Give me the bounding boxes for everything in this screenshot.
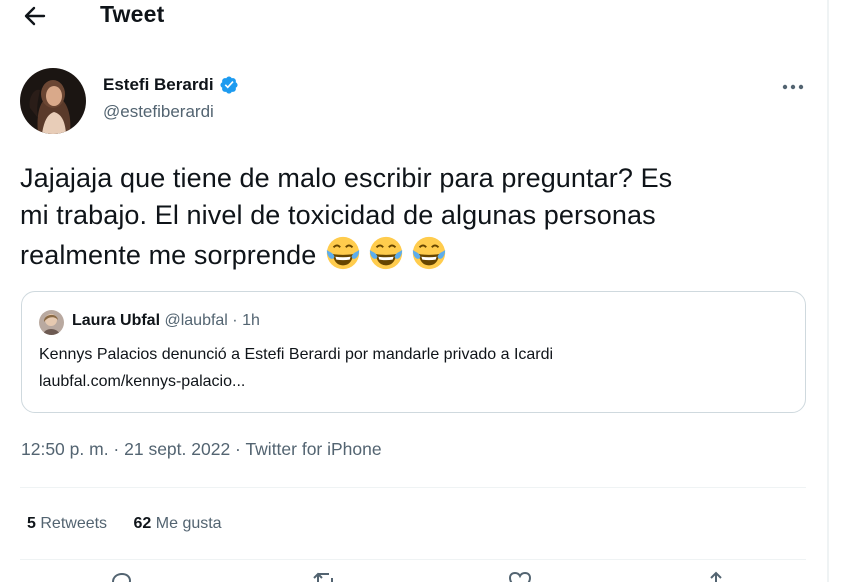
retweet-icon: [313, 572, 333, 582]
quoted-tweet-text: Kennys Palacios denunció a Estefi Berard…: [39, 346, 554, 363]
retweets-label: Retweets: [40, 515, 108, 532]
likes-label: Me gusta: [155, 515, 222, 532]
quoted-author-name: Laura Ubfal: [72, 312, 161, 329]
reply-icon: [111, 572, 132, 582]
back-arrow-icon: [24, 6, 46, 26]
more-options-button[interactable]: [776, 76, 810, 98]
divider: [20, 487, 806, 488]
tears-of-joy-emoji-icon: [326, 236, 360, 270]
back-button[interactable]: [18, 2, 52, 30]
quoted-tweet-header: Laura Ubfal @laubfal · 1h: [72, 312, 260, 330]
quoted-tweet-link[interactable]: laubfal.com/kennys-palacio...: [39, 373, 245, 391]
author-handle[interactable]: @estefiberardi: [103, 102, 214, 122]
quoted-author-handle: @laubfal: [164, 312, 228, 329]
author-avatar[interactable]: [20, 68, 86, 134]
engagement-stats: 5 Retweets 62 Me gusta: [27, 515, 244, 533]
like-icon: [508, 571, 532, 582]
tweet-text: Jajajaja que tiene de malo escribir para…: [20, 160, 820, 274]
tears-of-joy-emoji-icon: [412, 236, 446, 270]
tweet-timestamp-row: 12:50 p. m. · 21 sept. 2022 · Twitter fo…: [21, 439, 382, 460]
share-icon: [710, 571, 722, 582]
tears-of-joy-emoji-icon: [369, 236, 403, 270]
retweet-button[interactable]: [312, 570, 338, 582]
timeline-right-border: [827, 0, 829, 582]
tweet-text-line: mi trabajo. El nivel de toxicidad de alg…: [20, 200, 656, 230]
author-name[interactable]: Estefi Berardi: [103, 75, 239, 95]
share-button[interactable]: [703, 570, 729, 582]
retweets-stat[interactable]: 5 Retweets: [27, 515, 107, 533]
likes-count: 62: [133, 515, 152, 532]
page-title: Tweet: [100, 1, 165, 27]
quoted-tweet-card[interactable]: Laura Ubfal @laubfal · 1h Kennys Palacio…: [21, 291, 806, 413]
separator: ·: [230, 439, 246, 459]
divider: [20, 559, 806, 560]
more-options-icon: [782, 84, 804, 90]
author-name-text: Estefi Berardi: [103, 75, 214, 94]
quoted-author-avatar: [39, 310, 64, 335]
retweets-count: 5: [27, 515, 36, 532]
tweet-date[interactable]: 21 sept. 2022: [124, 439, 230, 459]
verified-badge-icon: [220, 76, 238, 94]
tweet-text-line: Jajajaja que tiene de malo escribir para…: [20, 163, 673, 193]
reply-button[interactable]: [108, 570, 134, 582]
tweet-page-header: Tweet: [0, 0, 827, 34]
separator: ·: [108, 439, 125, 459]
tweet-text-line: realmente me sorprende: [20, 234, 820, 274]
tweet-source[interactable]: Twitter for iPhone: [245, 439, 381, 459]
tweet-action-bar: [20, 570, 806, 582]
tweet-text-line-content: realmente me sorprende: [20, 240, 317, 270]
quoted-tweet-time: · 1h: [227, 312, 260, 329]
tweet-time[interactable]: 12:50 p. m.: [21, 439, 109, 459]
like-button[interactable]: [507, 570, 533, 582]
likes-stat[interactable]: 62 Me gusta: [134, 515, 222, 533]
